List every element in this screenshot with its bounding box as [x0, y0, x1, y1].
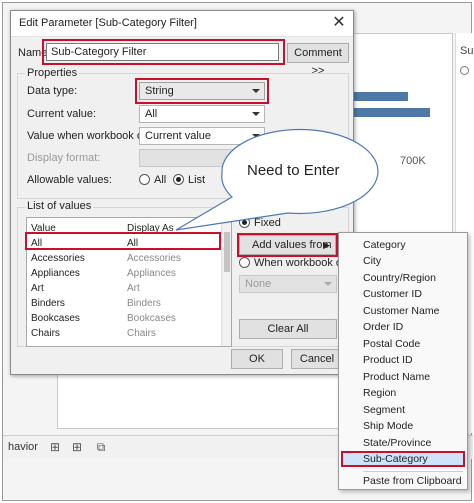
scrollbar-thumb[interactable] — [224, 232, 230, 272]
menu-item-ship-mode[interactable]: Ship Mode — [363, 420, 413, 432]
list-item[interactable]: Chairs Chairs — [27, 327, 222, 342]
none-value: None — [245, 278, 272, 290]
list-item[interactable]: Bookcases Bookcases — [27, 312, 222, 327]
menu-item-product-id[interactable]: Product ID — [363, 354, 413, 366]
clear-all-button[interactable]: Clear All — [239, 319, 337, 339]
menu-item-region[interactable]: Region — [363, 387, 396, 399]
add-values-menu: Category City Country/Region Customer ID… — [338, 232, 468, 490]
menu-item-paste-clipboard[interactable]: Paste from Clipboard — [363, 475, 462, 487]
axis-tick: 700K — [400, 155, 426, 167]
menu-item-country-region[interactable]: Country/Region — [363, 272, 436, 284]
menu-item-product-name[interactable]: Product Name — [363, 371, 430, 383]
new-sheet-icon[interactable]: ⊞ — [47, 440, 63, 454]
allowable-all-label: All — [154, 174, 167, 186]
list-item[interactable]: Binders Binders — [27, 297, 222, 312]
comment-button[interactable]: Comment >> — [287, 43, 349, 77]
all-row-highlight — [25, 232, 221, 250]
list-item-display: Appliances — [127, 268, 176, 279]
workbook-opens-value: Current value — [145, 130, 212, 142]
list-item[interactable]: Appliances Appliances — [27, 267, 222, 282]
allowable-all-radio[interactable] — [139, 174, 150, 185]
list-of-values-label: List of values — [25, 200, 94, 212]
chevron-down-icon — [252, 134, 260, 138]
chevron-down-icon — [324, 282, 332, 286]
new-dashboard-icon[interactable]: ⊞ — [69, 440, 85, 454]
properties-label: Properties — [25, 67, 80, 79]
chart-bar — [350, 92, 408, 101]
menu-item-order-id[interactable]: Order ID — [363, 321, 403, 333]
menu-separator — [363, 471, 463, 472]
list-item[interactable]: Accessories Accessories — [27, 252, 222, 267]
display-format-label: Display format: — [27, 152, 101, 164]
list-item-display: Chairs — [127, 328, 156, 339]
menu-item-city[interactable]: City — [363, 255, 381, 267]
menu-item-category[interactable]: Category — [363, 239, 406, 251]
list-item-value: Chairs — [31, 328, 60, 339]
menu-item-customer-id[interactable]: Customer ID — [363, 288, 422, 300]
allowable-list-radio[interactable] — [173, 174, 184, 185]
current-value-label: Current value: — [27, 108, 97, 120]
data-type-highlight — [135, 78, 269, 104]
edit-parameter-dialog: Edit Parameter [Sub-Category Filter] ✕ N… — [10, 10, 366, 375]
add-values-highlight — [237, 233, 338, 257]
fixed-label: Fixed — [254, 217, 281, 229]
menu-item-state-province[interactable]: State/Province — [363, 437, 431, 449]
allowable-list-label: List — [188, 174, 206, 186]
when-workbook-opens-radio[interactable] — [239, 257, 250, 268]
none-select: None — [239, 275, 337, 293]
current-value-select[interactable]: All — [139, 105, 265, 123]
bottom-tab-label[interactable]: havior — [8, 441, 38, 453]
new-story-icon[interactable]: ⧉ — [93, 440, 109, 454]
list-item-value: Appliances — [31, 268, 80, 279]
dialog-title: Edit Parameter [Sub-Category Filter] — [19, 17, 197, 29]
right-panel-label: Su — [460, 45, 474, 57]
menu-item-postal-code[interactable]: Postal Code — [363, 338, 420, 350]
list-item-value: Bookcases — [31, 313, 80, 324]
list-item-value: Binders — [31, 298, 65, 309]
dialog-titlebar: Edit Parameter [Sub-Category Filter] ✕ — [11, 11, 353, 37]
list-item[interactable]: Art Art — [27, 282, 222, 297]
cancel-button[interactable]: Cancel — [291, 349, 343, 369]
list-item-display: Binders — [127, 298, 161, 309]
list-item-display: Accessories — [127, 253, 181, 264]
list-item-value: Accessories — [31, 253, 85, 264]
menu-item-sub-category[interactable]: Sub-Category — [341, 451, 465, 467]
allowable-values-label: Allowable values: — [27, 174, 112, 186]
chevron-down-icon — [252, 112, 260, 116]
right-panel-radio[interactable] — [460, 66, 469, 75]
list-item-value: Art — [31, 283, 44, 294]
data-type-label: Data type: — [27, 85, 78, 97]
callout-text: Need to Enter — [247, 162, 340, 179]
list-item-display: Art — [127, 283, 140, 294]
workbook-opens-select[interactable]: Current value — [139, 127, 265, 145]
close-icon[interactable]: ✕ — [331, 14, 347, 32]
menu-item-customer-name[interactable]: Customer Name — [363, 305, 439, 317]
current-value-value: All — [145, 108, 158, 120]
chart-bar — [350, 108, 430, 117]
menu-item-segment[interactable]: Segment — [363, 404, 405, 416]
ok-button[interactable]: OK — [231, 349, 283, 369]
fixed-radio[interactable] — [239, 217, 250, 228]
name-highlight — [42, 39, 285, 65]
list-scrollbar[interactable] — [221, 218, 231, 346]
list-item-display: Bookcases — [127, 313, 176, 324]
axis-tick: 0K — [358, 155, 372, 167]
